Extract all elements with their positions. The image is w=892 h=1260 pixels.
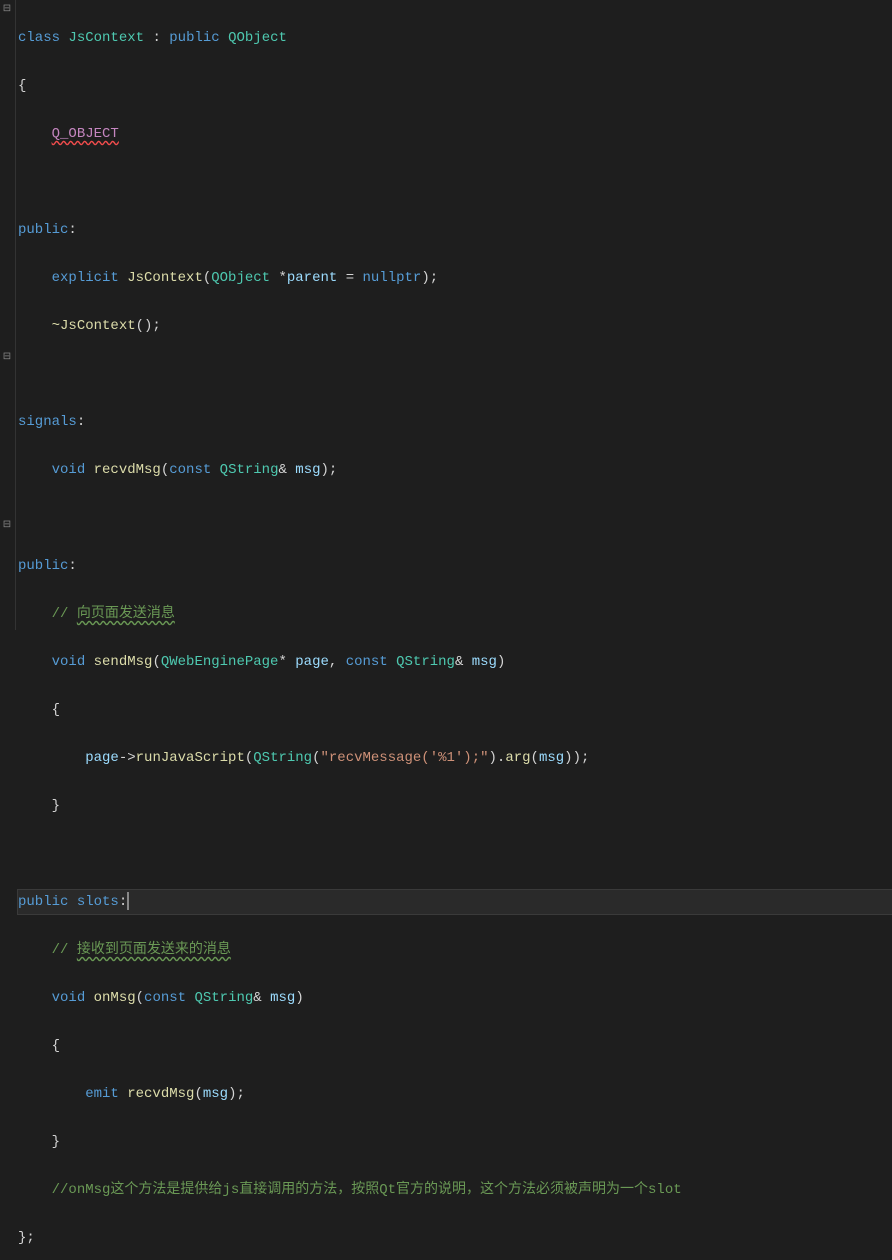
- code-line[interactable]: public:: [18, 218, 892, 242]
- code-line[interactable]: void recvdMsg(const QString& msg);: [18, 458, 892, 482]
- code-line[interactable]: void sendMsg(QWebEnginePage* page, const…: [18, 650, 892, 674]
- code-line[interactable]: {: [18, 698, 892, 722]
- code-line[interactable]: }: [18, 794, 892, 818]
- code-line[interactable]: [18, 362, 892, 386]
- code-line[interactable]: void onMsg(const QString& msg): [18, 986, 892, 1010]
- code-line[interactable]: explicit JsContext(QObject *parent = nul…: [18, 266, 892, 290]
- code-line[interactable]: [18, 842, 892, 866]
- text-cursor: [127, 892, 129, 910]
- code-line[interactable]: }: [18, 1130, 892, 1154]
- fold-icon[interactable]: ⊟: [1, 4, 13, 16]
- code-line[interactable]: signals:: [18, 410, 892, 434]
- code-line[interactable]: // 接收到页面发送来的消息: [18, 938, 892, 962]
- gutter: ⊟ ⊟ ⊟: [0, 0, 16, 630]
- code-line[interactable]: class JsContext : public QObject: [18, 26, 892, 50]
- code-line[interactable]: emit recvdMsg(msg);: [18, 1082, 892, 1106]
- code-line[interactable]: {: [18, 1034, 892, 1058]
- fold-icon[interactable]: ⊟: [1, 520, 13, 532]
- code-line[interactable]: };: [18, 1226, 892, 1250]
- code-line[interactable]: [18, 506, 892, 530]
- code-line[interactable]: {: [18, 74, 892, 98]
- code-line[interactable]: [18, 170, 892, 194]
- code-line[interactable]: public:: [18, 554, 892, 578]
- code-line[interactable]: //onMsg这个方法是提供给js直接调用的方法，按照Qt官方的说明，这个方法必…: [18, 1178, 892, 1202]
- code-line[interactable]: page->runJavaScript(QString("recvMessage…: [18, 746, 892, 770]
- fold-icon[interactable]: ⊟: [1, 352, 13, 364]
- code-line[interactable]: // 向页面发送消息: [18, 602, 892, 626]
- code-line-active[interactable]: public slots:: [18, 890, 892, 914]
- code-editor[interactable]: ⊟ ⊟ ⊟ class JsContext : public QObject {…: [0, 0, 892, 630]
- code-line[interactable]: Q_OBJECT: [18, 122, 892, 146]
- code-area[interactable]: class JsContext : public QObject { Q_OBJ…: [16, 0, 892, 630]
- code-line[interactable]: ~JsContext();: [18, 314, 892, 338]
